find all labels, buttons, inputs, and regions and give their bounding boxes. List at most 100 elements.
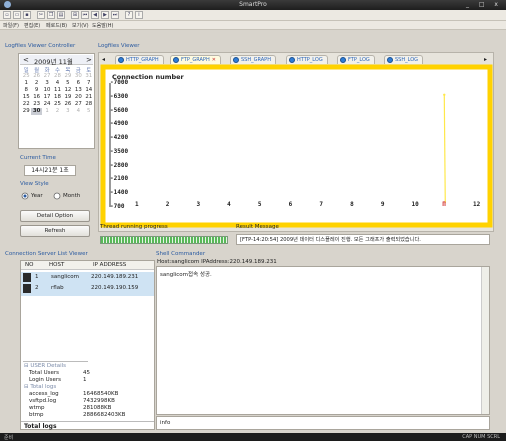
calendar-day[interactable]: 1	[21, 80, 31, 87]
paste-icon[interactable]: ▤	[57, 11, 65, 19]
calendar-day[interactable]: 1	[42, 108, 52, 115]
window-controls[interactable]: _ □ x	[466, 1, 502, 8]
calendar-day[interactable]: 19	[63, 94, 73, 101]
tab-ssh-log[interactable]: SSH_LOG	[384, 55, 424, 64]
calendar-day[interactable]: 28	[52, 73, 62, 80]
calendar-day[interactable]: 2	[52, 108, 62, 115]
menu-view[interactable]: 보기(V)	[72, 22, 89, 29]
tab-ftp-log[interactable]: FTP_LOG	[337, 55, 375, 64]
calendar-day[interactable]: 24	[42, 101, 52, 108]
data-point	[443, 93, 446, 97]
x-tick-label: 3	[196, 201, 201, 208]
calendar-day[interactable]: 25	[52, 101, 62, 108]
tab-scroll-left[interactable]: ◂	[102, 56, 105, 63]
calendar-day[interactable]: 27	[42, 73, 52, 80]
help-icon[interactable]: ?	[125, 11, 133, 19]
refresh-button[interactable]: Refresh	[20, 225, 90, 237]
prev-icon[interactable]: ◀	[91, 11, 99, 19]
calendar-day[interactable]: 22	[21, 101, 31, 108]
new-file-icon[interactable]: ▫	[3, 11, 11, 19]
next-icon[interactable]: ▶	[101, 11, 109, 19]
calendar-day[interactable]: 29	[63, 73, 73, 80]
grid-icon[interactable]: ⊞	[71, 11, 79, 19]
copy-icon[interactable]: ❐	[47, 11, 55, 19]
cut-icon[interactable]: ✂	[37, 11, 45, 19]
calendar-day[interactable]: 23	[31, 101, 41, 108]
menu-file[interactable]: 파일(F)	[3, 22, 19, 29]
table-row[interactable]: 2 rflab 220.149.190.159	[23, 284, 154, 295]
next-month-button[interactable]: >	[86, 56, 92, 64]
calendar-day[interactable]: 18	[52, 94, 62, 101]
row-ip: 220.149.190.159	[91, 285, 139, 291]
calendar-day[interactable]: 20	[73, 94, 83, 101]
current-time-display: 14시21분 1초	[24, 165, 76, 176]
calendar-day[interactable]: 3	[63, 108, 73, 115]
tab-scroll-right[interactable]: ▸	[484, 56, 487, 63]
prev-month-button[interactable]: <	[23, 56, 29, 64]
calendar-day[interactable]: 31	[84, 73, 94, 80]
detail-option-button[interactable]: Detail Option	[20, 210, 90, 222]
table-row[interactable]: 1 sanglicom 220.149.189.231	[23, 273, 154, 284]
calendar-day[interactable]: 11	[52, 87, 62, 94]
calendar-day[interactable]: 9	[31, 87, 41, 94]
view-style-month-radio[interactable]	[53, 192, 63, 200]
shell-output-text: sanglicom접속 성공.	[160, 272, 212, 278]
detail-label: Login Users	[29, 377, 61, 383]
calendar-day[interactable]: 5	[63, 80, 73, 87]
last-icon[interactable]: ⏭	[111, 11, 119, 19]
menu-period[interactable]: 페로드(B)	[46, 22, 67, 29]
calendar-day[interactable]: 17	[42, 94, 52, 101]
calendar-day[interactable]: 4	[52, 80, 62, 87]
calendar-day[interactable]: 12	[63, 87, 73, 94]
calendar-day[interactable]: 29	[21, 108, 31, 115]
calendar-day[interactable]: 10	[42, 87, 52, 94]
calendar-day[interactable]: 21	[84, 94, 94, 101]
calendar-day[interactable]: 7	[84, 80, 94, 87]
calendar-day[interactable]: 26	[31, 73, 41, 80]
open-folder-icon[interactable]: ▭	[13, 11, 21, 19]
calendar-month-label[interactable]: 2009년 11월	[34, 56, 73, 66]
calendar-day[interactable]: 8	[21, 87, 31, 94]
calendar-days: 25 26 27 28 29 30 31 1 2 3 4 5 6 7 8 9 10 11 12 13 14 15 16 17 1…	[21, 73, 94, 115]
calendar-day[interactable]: 27	[73, 101, 83, 108]
calendar-day[interactable]: 14	[84, 87, 94, 94]
tab-ftp-graph[interactable]: FTP_GRAPH ✕	[170, 55, 221, 64]
calendar-day[interactable]: 28	[84, 101, 94, 108]
calendar-day[interactable]: 13	[73, 87, 83, 94]
calendar-day[interactable]: 25	[21, 73, 31, 80]
calendar-day[interactable]: 5	[84, 108, 94, 115]
calendar-day[interactable]: 6	[73, 80, 83, 87]
menu-edit[interactable]: 편집(E)	[24, 22, 40, 29]
status-indicators: CAP NUM SCRL	[462, 434, 500, 440]
tab-ssh-graph[interactable]: SSH_GRAPH	[230, 55, 276, 64]
calendar-header: < 2009년 11월 >	[20, 55, 93, 66]
x-tick-label: 5	[257, 201, 262, 208]
shell-input[interactable]: info	[156, 416, 490, 430]
save-icon[interactable]: ▪	[23, 11, 31, 19]
calendar-day[interactable]: 15	[21, 94, 31, 101]
current-time-heading: Current Time	[20, 155, 56, 161]
log-label: btmp	[29, 412, 44, 418]
tab-http-log[interactable]: HTTP_LOG	[286, 55, 328, 64]
shell-output: sanglicom접속 성공.	[156, 266, 490, 415]
calendar-day[interactable]: 3	[42, 80, 52, 87]
x-tick-label: 12	[473, 201, 481, 208]
calendar-day[interactable]: 30	[73, 73, 83, 80]
calendar-day[interactable]: 16	[31, 94, 41, 101]
about-icon[interactable]: i	[135, 11, 143, 19]
calendar-day[interactable]: 4	[73, 108, 83, 115]
weekday: 월	[34, 68, 40, 74]
view-style-year-radio[interactable]	[21, 192, 31, 200]
calendar-day[interactable]: 26	[63, 101, 73, 108]
y-tick-label: -1400	[110, 189, 129, 197]
chart-svg	[100, 64, 493, 228]
menu-help[interactable]: 도움말(H)	[92, 22, 113, 29]
calendar-day[interactable]: 2	[31, 80, 41, 87]
calendar-day[interactable]: 30	[31, 108, 42, 115]
toolbar: ▫ ▭ ▪ ✂ ❐ ▤ ⊞ ⏮ ◀ ▶ ⏭ ? i	[0, 10, 506, 21]
first-icon[interactable]: ⏮	[81, 11, 89, 19]
y-tick-label: -2800	[110, 161, 129, 169]
shell-scrollbar[interactable]	[481, 267, 489, 414]
tab-http-graph[interactable]: HTTP_GRAPH	[115, 55, 164, 64]
connection-chart: Connection number -7000 -6300 -5600 -4900 -4…	[100, 64, 493, 228]
